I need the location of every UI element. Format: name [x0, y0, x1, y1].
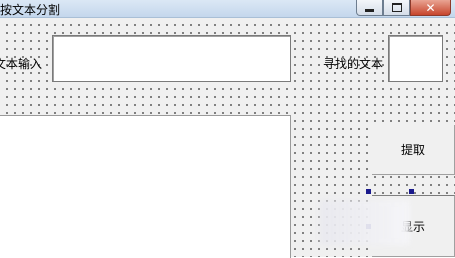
find-text-label: 寻找的文本 — [323, 57, 384, 71]
selection-handle[interactable] — [409, 189, 414, 194]
minimize-button[interactable] — [356, 0, 383, 16]
maximize-button[interactable] — [383, 0, 410, 16]
text-input-field[interactable] — [52, 35, 291, 82]
result-listbox[interactable] — [0, 115, 291, 258]
minimize-icon — [365, 8, 374, 12]
selection-handle[interactable] — [366, 189, 371, 194]
maximize-icon — [391, 3, 402, 12]
form-design-surface: 文本输入 寻找的文本 提取 显示 — [0, 18, 455, 258]
window-title: 按文本分割 — [0, 3, 61, 17]
extract-button-label: 提取 — [400, 143, 425, 157]
close-icon: ✕ — [425, 0, 436, 15]
extract-button[interactable]: 提取 — [372, 125, 455, 175]
obscured-region — [320, 200, 410, 245]
text-input-label: 文本输入 — [0, 57, 43, 71]
window-titlebar: 按文本分割 ✕ — [0, 0, 455, 18]
close-button[interactable]: ✕ — [410, 0, 451, 16]
find-text-field[interactable] — [388, 35, 443, 82]
